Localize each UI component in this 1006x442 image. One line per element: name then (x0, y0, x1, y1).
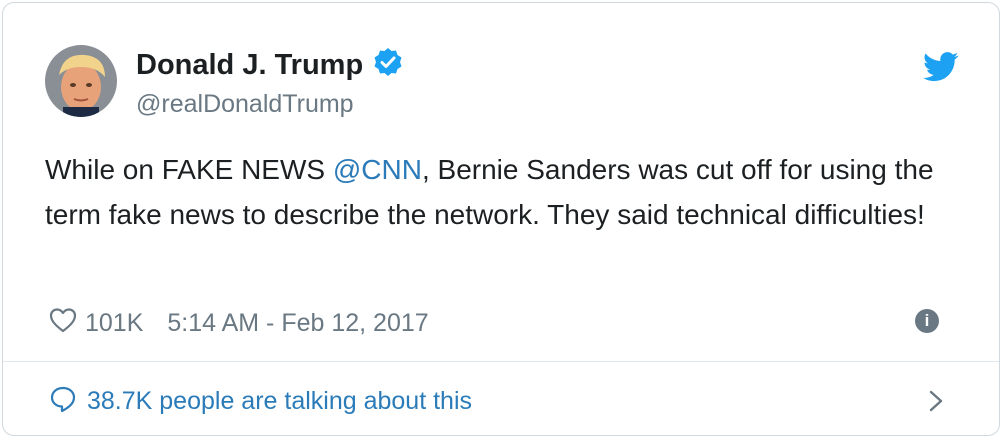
conversation-label: 38.7K people are talking about this (87, 386, 472, 415)
tweet-text-part: While on FAKE NEWS (45, 154, 333, 185)
conversation-link[interactable]: 38.7K people are talking about this (49, 377, 959, 425)
name-row: Donald J. Trump (136, 47, 403, 82)
timestamp[interactable]: 5:14 AM - Feb 12, 2017 (167, 309, 428, 338)
like-count: 101K (85, 308, 144, 337)
twitter-bird-icon[interactable] (923, 51, 959, 83)
tweet-card: Donald J. Trump @realDonaldTrump While o… (2, 2, 1000, 436)
tweet-header: Donald J. Trump @realDonaldTrump (45, 45, 959, 125)
verified-badge-icon (373, 47, 403, 82)
like-button[interactable]: 101K (49, 307, 143, 340)
avatar[interactable] (45, 45, 117, 117)
chevron-right-icon[interactable] (925, 389, 947, 413)
info-icon[interactable]: i (915, 309, 939, 333)
tweet-text: While on FAKE NEWS @CNN, Bernie Sanders … (45, 148, 945, 237)
heart-icon[interactable] (49, 307, 77, 340)
display-name[interactable]: Donald J. Trump (136, 48, 363, 82)
tweet-meta: 101K 5:14 AM - Feb 12, 2017 i (49, 303, 959, 343)
speech-bubble-icon (49, 385, 77, 418)
mention-link[interactable]: @CNN (333, 154, 422, 185)
user-handle[interactable]: @realDonaldTrump (136, 89, 354, 119)
divider (3, 361, 999, 362)
